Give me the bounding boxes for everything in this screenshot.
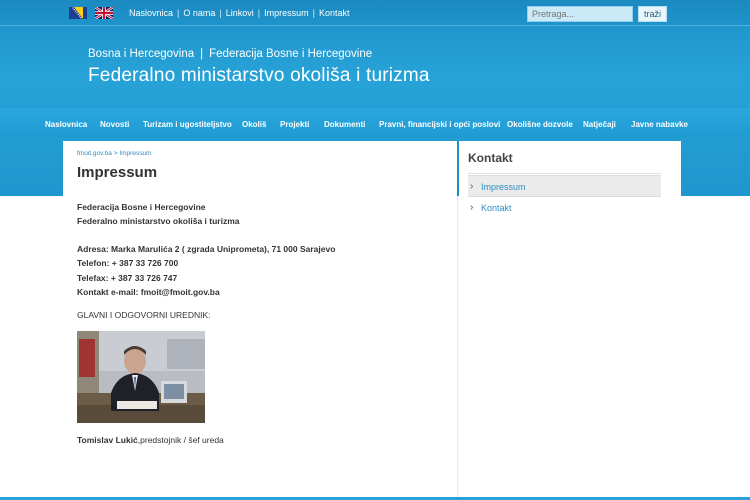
nav-natjecaji[interactable]: Natječaji — [583, 120, 616, 129]
main-content: fmoit.gov.ba > Impressum Impressum Feder… — [63, 141, 457, 500]
separator: | — [312, 8, 315, 18]
sidebar: Kontakt › Impressum › Kontakt — [459, 141, 681, 500]
nav-novosti[interactable]: Novosti — [100, 120, 129, 129]
nav-naslovnica[interactable]: Naslovnica — [45, 120, 87, 129]
photo-caption: Tomislav Lukić,predstojnik / šef ureda — [77, 435, 224, 445]
breadcrumb[interactable]: fmoit.gov.ba > Impressum — [77, 150, 151, 157]
separator: | — [177, 8, 180, 18]
caption-name: Tomislav Lukić — [77, 435, 138, 445]
uk-flag-icon[interactable] — [95, 7, 113, 19]
nav-okolis[interactable]: Okoliš — [242, 120, 266, 129]
chevron-right-icon: › — [470, 202, 474, 213]
main-nav: Naslovnica Novosti Turizam i ugostiteljs… — [0, 108, 750, 138]
text-ministarstvo: Federalno ministarstvo okoliša i turizma — [77, 216, 240, 226]
nav-javne-nabavke[interactable]: Javne nabavke — [631, 120, 688, 129]
nav-pravni-poslovi[interactable]: Pravni, financijski i opći poslovi — [379, 120, 500, 129]
sidebar-divider — [468, 173, 661, 174]
sidebar-item-label: Kontakt — [481, 203, 512, 213]
top-nav: Naslovnica | O nama | Linkovi | Impressum | Kont… — [129, 8, 349, 18]
nav-okolisne-dozvole[interactable]: Okolišne dozvole — [507, 120, 573, 129]
header-subtitle: Bosna i Hercegovina | Federacija Bosne i H… — [88, 48, 372, 60]
top-nav-linkovi[interactable]: Linkovi — [226, 8, 254, 18]
subtitle-country: Bosna i Hercegovina — [88, 48, 195, 60]
nav-dokumenti[interactable]: Dokumenti — [324, 120, 365, 129]
caption-role: ,predstojnik / šef ureda — [137, 435, 224, 445]
text-telefon: Telefon: + 387 33 726 700 — [77, 258, 179, 268]
top-nav-kontakt[interactable]: Kontakt — [319, 8, 350, 18]
search-button[interactable]: traži — [638, 6, 667, 22]
sidebar-item-impressum[interactable]: › Impressum — [468, 175, 661, 197]
separator: | — [219, 8, 222, 18]
chevron-right-icon: › — [470, 181, 474, 192]
text-urednik: GLAVNI I ODGOVORNI UREDNIK: — [77, 310, 211, 320]
separator: | — [257, 8, 261, 18]
text-federacija: Federacija Bosne i Hercegovine — [77, 202, 206, 212]
editor-photo — [77, 331, 205, 423]
sidebar-item-label: Impressum — [481, 182, 526, 192]
search-input[interactable] — [527, 6, 633, 22]
text-telefax: Telefax: + 387 33 726 747 — [77, 273, 178, 283]
top-nav-naslovnica[interactable]: Naslovnica — [129, 8, 173, 18]
sidebar-title: Kontakt — [468, 151, 513, 165]
sidebar-item-kontakt[interactable]: › Kontakt — [468, 197, 661, 219]
text-email: Kontakt e-mail: fmoit@fmoit.gov.ba — [77, 287, 220, 297]
bosnia-flag-icon[interactable] — [69, 7, 87, 19]
subtitle-federation: Federacija Bosne i Hercegovine — [209, 48, 373, 60]
top-bar: Naslovnica | O nama | Linkovi | Impressum | Kont… — [0, 0, 750, 26]
subtitle-separator: | — [200, 48, 204, 60]
text-adresa: Adresa: Marka Marulića 2 ( zgrada Unipro… — [77, 244, 336, 254]
nav-turizam[interactable]: Turizam i ugostiteljstvo — [143, 120, 232, 129]
top-nav-impressum[interactable]: Impressum — [264, 8, 309, 18]
page-title: Impressum — [77, 164, 158, 181]
top-nav-o-nama[interactable]: O nama — [183, 8, 215, 18]
nav-projekti[interactable]: Projekti — [280, 120, 309, 129]
site-title[interactable]: Federalno ministarstvo okoliša i turizma — [88, 65, 430, 87]
